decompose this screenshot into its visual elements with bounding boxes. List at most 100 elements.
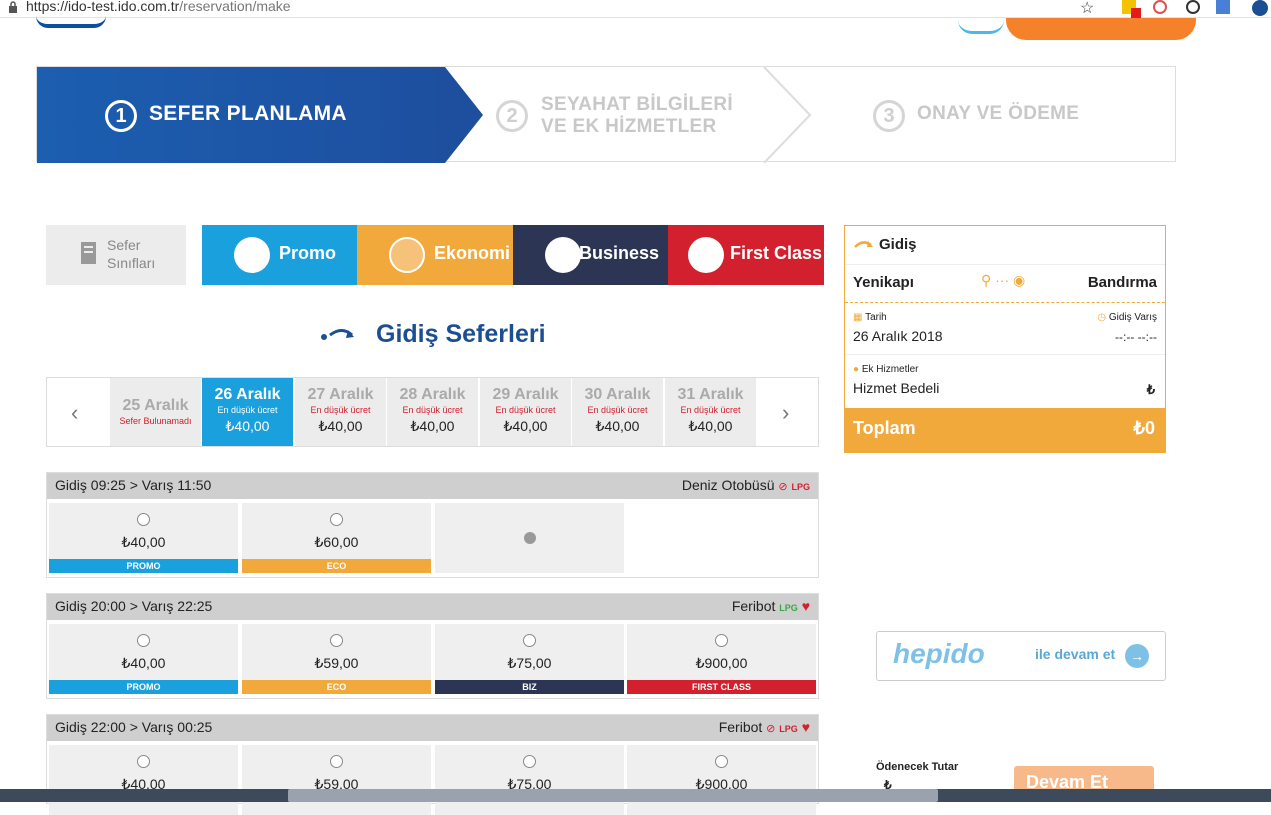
summary-service-value: ₺ — [1146, 382, 1155, 397]
continue-button[interactable]: Devam Et — [1014, 766, 1154, 789]
date-label-row: ▦ Tarih — [853, 312, 887, 323]
speed-icon[interactable] — [1186, 0, 1200, 14]
date-sub: En düşük ücret — [680, 405, 741, 415]
step-1-active[interactable]: 1 SEFER PLANLAMA — [37, 67, 483, 163]
extras-label-row: ● Ek Hizmetler — [853, 364, 919, 375]
trip-vessel: Feribot LPG ♥ — [732, 598, 810, 614]
route-dots-icon: ⚲ ··· ◉ — [981, 272, 1026, 288]
date-cell[interactable]: 27 Aralık En düşük ücret ₺40,00 — [295, 378, 386, 446]
trip-vessel: Feribot ⊘ LPG ♥ — [719, 719, 810, 735]
summary-total-label: Toplam — [853, 418, 916, 438]
class-business[interactable]: Business — [513, 225, 669, 285]
class-ekonomi-label: Ekonomi — [434, 243, 511, 263]
date-label: 26 Aralık — [214, 386, 281, 403]
fare-option-business[interactable]: ₺75,00 — [435, 745, 624, 815]
fare-radio[interactable] — [715, 634, 728, 647]
trip-vessel: Deniz Otobüsü ⊘ LPG — [682, 477, 810, 493]
class-legend-line1: Sefer — [107, 237, 141, 253]
date-cell-selected[interactable]: 26 Aralık En düşük ücret ₺40,00 — [202, 378, 293, 446]
date-sub: En düşük ücret — [402, 405, 463, 415]
date-label: 28 Aralık — [399, 386, 466, 403]
ido-logo[interactable] — [36, 16, 106, 28]
trip-times: Gidiş 09:25 > Varış 11:50 — [55, 477, 212, 493]
fare-option-business[interactable]: ₺75,00 BIZ — [435, 624, 624, 694]
unavailable-dot — [523, 532, 536, 544]
fare-radio[interactable] — [137, 634, 150, 647]
step-3-label[interactable]: ONAY VE ÖDEME — [917, 103, 1079, 125]
lpg-badge: LPG — [779, 603, 798, 613]
fare-option-promo[interactable]: ₺40,00 PROMO — [49, 503, 238, 573]
promo-ship-icon — [234, 237, 270, 273]
fare-radio[interactable] — [523, 634, 536, 647]
fare-radio[interactable] — [330, 513, 343, 526]
prev-date-arrow[interactable]: ‹ — [71, 400, 78, 426]
step-2-label-line1: SEYAHAT BİLGİLERİ — [541, 94, 733, 115]
summary-time-label: Gidiş Varış — [1108, 312, 1157, 323]
hepido-logo: hepido — [893, 638, 985, 669]
step-2-number: 2 — [496, 100, 528, 132]
fare-price: ₺60,00 — [314, 534, 359, 550]
fare-tag: ECO — [242, 559, 431, 573]
date-label: 27 Aralık — [307, 386, 374, 403]
fare-radio[interactable] — [330, 634, 343, 647]
fare-radio[interactable] — [137, 513, 150, 526]
ekonomi-ship-icon — [389, 237, 425, 273]
trip-row: Gidiş 09:25 > Varış 11:50 Deniz Otobüsü … — [46, 472, 819, 578]
fare-price: ₺40,00 — [121, 534, 166, 550]
fare-radio[interactable] — [523, 755, 536, 768]
date-cell[interactable]: 30 Aralık En düşük ücret ₺40,00 — [572, 378, 663, 446]
vessel-name: Deniz Otobüsü — [681, 477, 775, 493]
step-2-label[interactable]: SEYAHAT BİLGİLERİ VE EK HİZMETLER — [541, 94, 733, 138]
lock-icon — [9, 1, 17, 13]
fare-option-promo[interactable]: ₺40,00 — [49, 745, 238, 815]
trip-header: Gidiş 20:00 > Varış 22:25 Feribot LPG ♥ — [47, 594, 818, 620]
fare-option-eco[interactable]: ₺59,00 — [242, 745, 431, 815]
next-date-arrow[interactable]: › — [782, 400, 789, 426]
address-bar[interactable]: https://ido-test.ido.com.tr/reservation/… — [0, 0, 1271, 18]
date-sub: Sefer Bulunamadı — [119, 416, 192, 426]
fare-option-promo[interactable]: ₺40,00 PROMO — [49, 624, 238, 694]
fare-radio[interactable] — [137, 755, 150, 768]
class-business-label: Business — [579, 243, 660, 263]
fare-option-first[interactable]: ₺900,00 FIRST CLASS — [627, 624, 816, 694]
summary-total-value: ₺0 — [1133, 418, 1155, 438]
summary-extras-label: Ek Hizmetler — [861, 364, 919, 375]
step-3-number: 3 — [873, 100, 905, 132]
fare-price: ₺75,00 — [507, 655, 552, 671]
translate-icon[interactable] — [1216, 0, 1230, 14]
date-cell[interactable]: 25 Aralık Sefer Bulunamadı — [110, 378, 201, 446]
trip-times: Gidiş 20:00 > Varış 22:25 — [55, 598, 213, 614]
fare-option-eco[interactable]: ₺59,00 ECO — [242, 624, 431, 694]
pet-heart-icon: ♥ — [801, 598, 810, 614]
extension-icon[interactable] — [1153, 0, 1167, 14]
arrow-right-icon: → — [1125, 644, 1149, 668]
fare-radio[interactable] — [330, 755, 343, 768]
date-price: ₺40,00 — [688, 418, 733, 434]
bookmark-star-icon[interactable]: ☆ — [1080, 0, 1096, 17]
class-ekonomi[interactable]: Ekonomi — [357, 225, 513, 285]
date-label: 31 Aralık — [677, 386, 744, 403]
document-icon — [81, 242, 96, 264]
summary-date-value: 26 Aralık 2018 — [853, 328, 943, 344]
date-cell[interactable]: 31 Aralık En düşük ücret ₺40,00 — [665, 378, 756, 446]
date-price: ₺40,00 — [595, 418, 640, 434]
date-price: ₺40,00 — [225, 418, 270, 434]
class-first[interactable]: First Class — [668, 225, 824, 285]
extension-badge-icon — [1131, 8, 1141, 18]
date-cell[interactable]: 28 Aralık En düşük ücret ₺40,00 — [387, 378, 478, 446]
step-1-label: SEFER PLANLAMA — [149, 102, 347, 125]
summary-date-label: Tarih — [865, 312, 887, 323]
clock-icon: ◷ — [1097, 312, 1107, 323]
trip-header: Gidiş 22:00 > Varış 00:25 Feribot ⊘ LPG … — [47, 715, 818, 741]
step-divider — [763, 67, 812, 163]
profile-avatar[interactable] — [1252, 0, 1268, 16]
date-cell[interactable]: 29 Aralık En düşük ücret ₺40,00 — [480, 378, 571, 446]
header-orange-button[interactable] — [1006, 18, 1196, 40]
os-dock[interactable] — [288, 789, 938, 802]
hepido-continue-button[interactable]: hepido ile devam et → — [876, 631, 1166, 681]
reservation-steps: 1 SEFER PLANLAMA 2 SEYAHAT BİLGİLERİ VE … — [36, 66, 1176, 163]
fare-option-eco[interactable]: ₺60,00 ECO — [242, 503, 431, 573]
class-promo[interactable]: Promo — [202, 225, 358, 285]
fare-option-first[interactable]: ₺900,00 — [627, 745, 816, 815]
fare-radio[interactable] — [715, 755, 728, 768]
